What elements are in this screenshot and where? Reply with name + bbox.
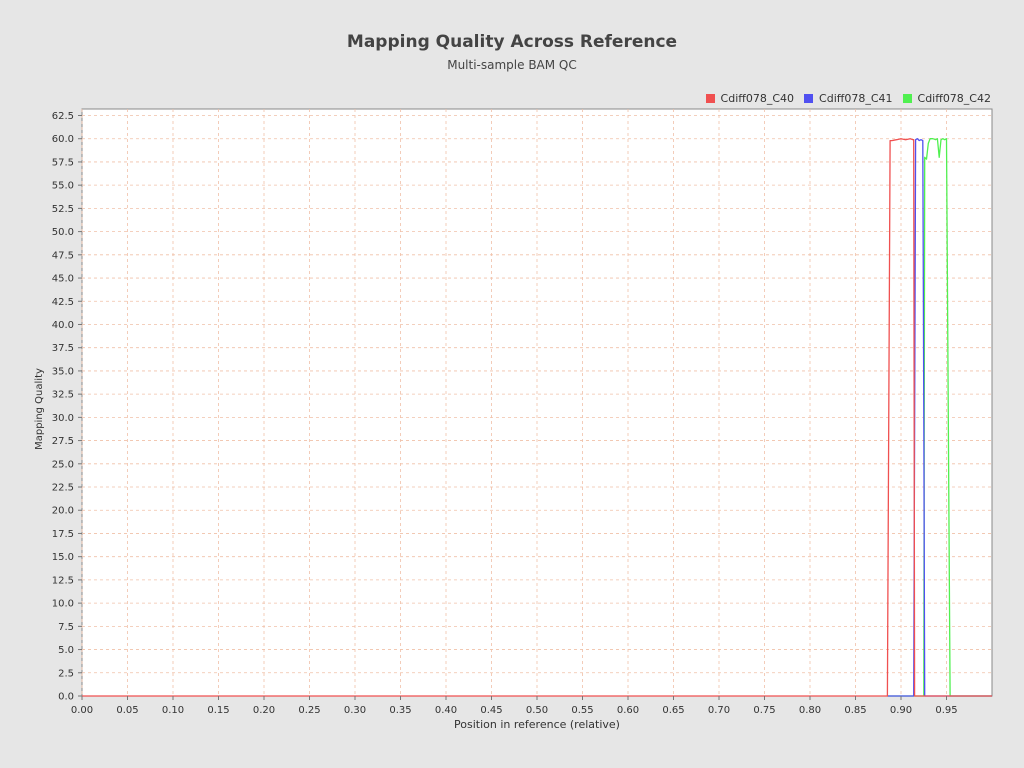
x-axis-label: Position in reference (relative) [454, 718, 620, 731]
y-tick-label: 57.5 [52, 157, 74, 168]
y-axis-ticks: 0.0 2.5 5.0 7.5 10.0 12.5 15.0 17.5 20.0 22.5 25.0… [52, 111, 82, 703]
x-tick-label: 0.20 [253, 705, 275, 716]
x-tick-label: 0.75 [753, 705, 775, 716]
y-tick-label: 37.5 [52, 343, 74, 354]
x-tick-label: 0.25 [298, 705, 320, 716]
y-tick-label: 40.0 [52, 320, 74, 331]
x-tick-label: 0.40 [435, 705, 457, 716]
x-axis-ticks: 0.00 0.05 0.10 0.15 0.20 0.25 0.30 0.35 0.40 0.45… [71, 696, 958, 716]
y-tick-label: 25.0 [52, 459, 74, 470]
x-tick-label: 0.50 [526, 705, 548, 716]
x-tick-label: 0.00 [71, 705, 93, 716]
x-tick-label: 0.55 [571, 705, 593, 716]
y-tick-label: 50.0 [52, 227, 74, 238]
y-tick-label: 12.5 [52, 575, 74, 586]
y-tick-label: 10.0 [52, 599, 74, 610]
x-tick-label: 0.90 [890, 705, 912, 716]
y-tick-label: 17.5 [52, 529, 74, 540]
y-tick-label: 22.5 [52, 483, 74, 494]
y-tick-label: 52.5 [52, 204, 74, 215]
y-tick-label: 15.0 [52, 552, 74, 563]
y-tick-label: 0.0 [58, 692, 74, 703]
x-tick-label: 0.30 [344, 705, 366, 716]
y-tick-label: 7.5 [58, 622, 74, 633]
y-tick-label: 35.0 [52, 366, 74, 377]
chart-svg: 0.00 0.05 0.10 0.15 0.20 0.25 0.30 0.35 0.40 0.45… [34, 108, 993, 731]
x-tick-label: 0.70 [708, 705, 730, 716]
y-tick-label: 27.5 [52, 436, 74, 447]
x-tick-label: 0.65 [662, 705, 684, 716]
y-tick-label: 42.5 [52, 297, 74, 308]
y-tick-label: 60.0 [52, 134, 74, 145]
y-tick-label: 20.0 [52, 506, 74, 517]
x-tick-label: 0.60 [617, 705, 639, 716]
y-tick-label: 32.5 [52, 390, 74, 401]
x-tick-label: 0.10 [162, 705, 184, 716]
y-tick-label: 47.5 [52, 250, 74, 261]
x-tick-label: 0.80 [799, 705, 821, 716]
x-tick-label: 0.15 [207, 705, 229, 716]
y-axis-label: Mapping Quality [34, 368, 45, 450]
y-tick-label: 55.0 [52, 181, 74, 192]
x-tick-label: 0.45 [480, 705, 502, 716]
y-tick-label: 45.0 [52, 274, 74, 285]
y-tick-label: 5.0 [58, 645, 74, 656]
y-tick-label: 62.5 [52, 111, 74, 122]
x-tick-label: 0.95 [935, 705, 957, 716]
y-tick-label: 30.0 [52, 413, 74, 424]
y-tick-label: 2.5 [58, 668, 74, 679]
x-tick-label: 0.35 [389, 705, 411, 716]
x-tick-label: 0.05 [116, 705, 138, 716]
x-tick-label: 0.85 [844, 705, 866, 716]
